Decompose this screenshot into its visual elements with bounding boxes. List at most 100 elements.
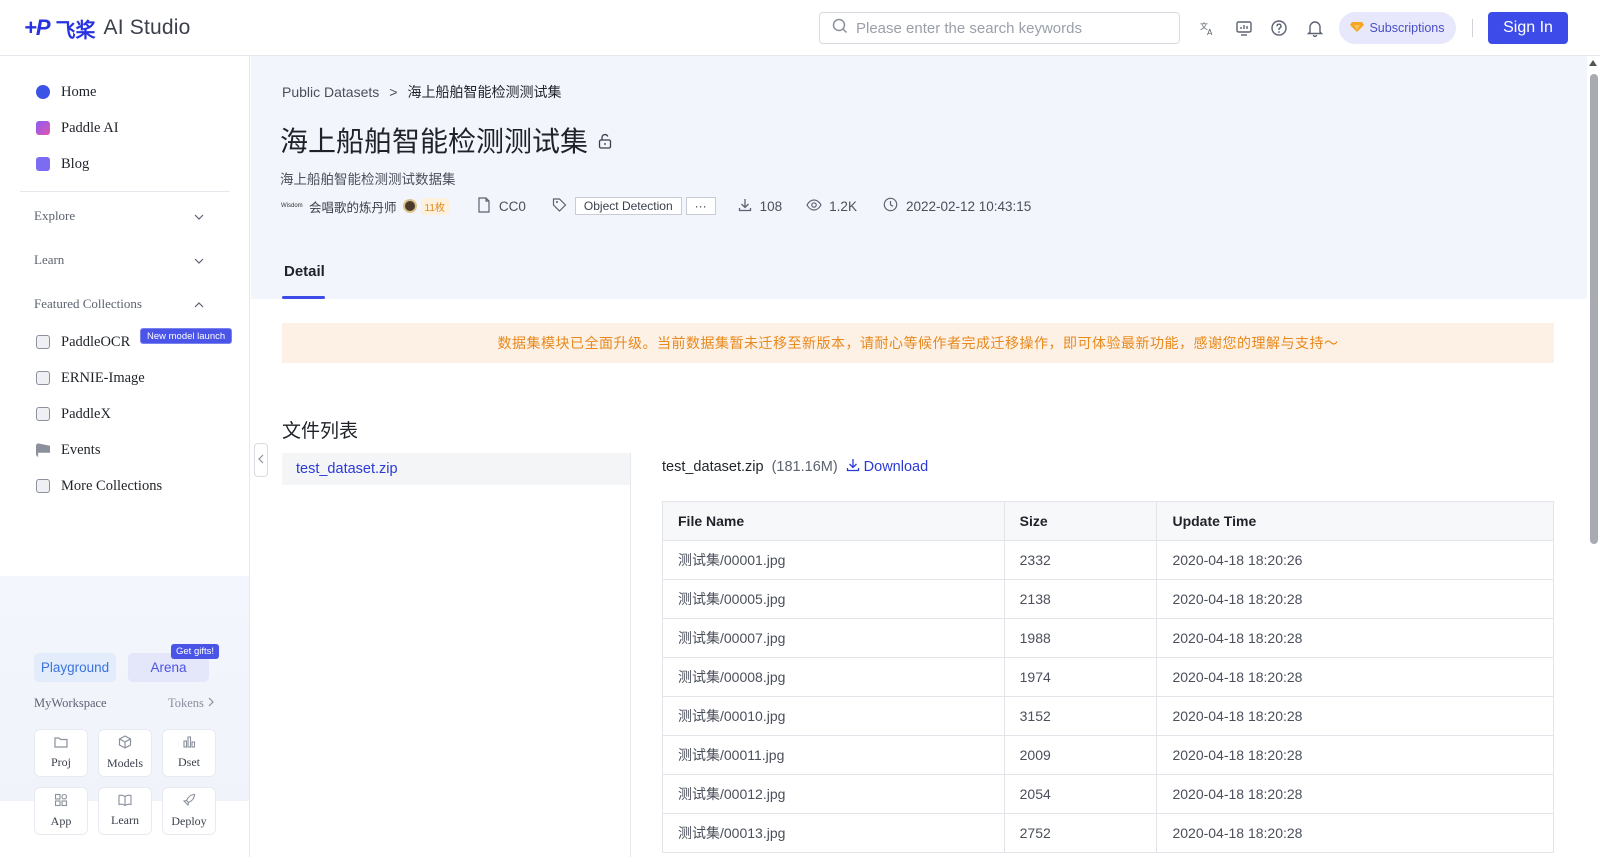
view-count: 1.2K bbox=[829, 198, 857, 214]
sidebar-divider bbox=[20, 191, 230, 192]
unlock-icon bbox=[598, 124, 612, 156]
monitor-icon[interactable] bbox=[1234, 18, 1254, 38]
cell-update-time: 2020-04-18 18:20:28 bbox=[1156, 813, 1554, 853]
page-title: 海上船舶智能检测测试集 bbox=[280, 126, 589, 157]
translate-icon[interactable]: 文A bbox=[1198, 18, 1218, 38]
search-input[interactable] bbox=[856, 19, 1156, 37]
cell-update-time: 2020-04-18 18:20:28 bbox=[1156, 735, 1554, 775]
dataset-subtitle: 海上船舶智能检测测试数据集 bbox=[280, 172, 456, 187]
svg-text:A: A bbox=[1207, 28, 1213, 37]
more-tags-button[interactable]: ··· bbox=[685, 197, 716, 215]
playground-button[interactable]: Playground bbox=[34, 653, 116, 682]
column-header: Size bbox=[1003, 501, 1158, 541]
workspace-tile-app[interactable]: App bbox=[34, 787, 88, 835]
download-link[interactable]: Download bbox=[846, 458, 929, 476]
table-row: 测试集/00010.jpg 3152 2020-04-18 18:20:28 bbox=[662, 696, 1554, 736]
table-row: 测试集/00005.jpg 2138 2020-04-18 18:20:28 bbox=[662, 579, 1554, 619]
cell-file-name: 测试集/00008.jpg bbox=[662, 657, 1005, 697]
sidebar-item-ernie-image[interactable]: ERNIE-Image bbox=[36, 366, 145, 390]
breadcrumb-separator: > bbox=[389, 84, 398, 100]
cell-file-name: 测试集/00001.jpg bbox=[662, 540, 1005, 580]
sidebar-item-label: Blog bbox=[61, 155, 90, 172]
cell-file-name: 测试集/00005.jpg bbox=[662, 579, 1005, 619]
chevron-left-icon bbox=[258, 451, 264, 469]
sidebar-item-blog[interactable]: Blog bbox=[36, 152, 89, 176]
workspace-tile-deploy[interactable]: Deploy bbox=[162, 787, 216, 835]
diamond-icon bbox=[1350, 21, 1365, 36]
tag-icon bbox=[552, 197, 567, 215]
help-icon[interactable] bbox=[1269, 18, 1289, 38]
ocr-icon bbox=[36, 335, 50, 349]
download-icon bbox=[846, 458, 860, 476]
tab-detail[interactable]: Detail bbox=[284, 263, 325, 280]
collections-icon bbox=[36, 479, 50, 493]
workspace-tile-learn[interactable]: Learn bbox=[98, 787, 152, 835]
author-name[interactable]: 会唱歌的炼丹师 bbox=[309, 197, 397, 216]
sidebar-item-events[interactable]: Events bbox=[36, 438, 100, 462]
sign-in-button[interactable]: Sign In bbox=[1488, 12, 1568, 44]
cell-update-time: 2020-04-18 18:20:28 bbox=[1156, 579, 1554, 619]
updated-time: 2022-02-12 10:43:15 bbox=[905, 198, 1032, 214]
file-size: (181.16M) bbox=[771, 459, 838, 475]
paddle-logo-icon: +P bbox=[24, 15, 51, 40]
tag-object-detection[interactable]: Object Detection bbox=[574, 197, 682, 215]
table-row: 测试集/00001.jpg 2332 2020-04-18 18:20:26 bbox=[662, 540, 1554, 580]
cell-file-name: 测试集/00012.jpg bbox=[662, 774, 1005, 814]
sidebar-item-label: Paddle AI bbox=[61, 119, 119, 136]
file-name: test_dataset.zip bbox=[662, 459, 764, 475]
scroll-up-arrow-icon[interactable] bbox=[1589, 60, 1597, 66]
chevron-right-icon bbox=[208, 696, 214, 711]
column-header: Update Time bbox=[1156, 501, 1554, 541]
cell-update-time: 2020-04-18 18:20:28 bbox=[1156, 657, 1554, 697]
sidebar-item-paddleocr[interactable]: PaddleOCR bbox=[36, 330, 130, 354]
tile-label: Models bbox=[107, 756, 143, 770]
topbar-divider bbox=[1472, 19, 1473, 37]
breadcrumb-public-datasets[interactable]: Public Datasets bbox=[282, 84, 379, 100]
sidebar-item-more-collections[interactable]: More Collections bbox=[36, 474, 162, 498]
cell-update-time: 2020-04-18 18:20:28 bbox=[1156, 696, 1554, 736]
chevron-up-icon bbox=[194, 296, 204, 312]
cell-size: 2009 bbox=[1003, 735, 1158, 775]
gifts-badge: Get gifts! bbox=[171, 644, 220, 659]
group-label: Learn bbox=[34, 252, 65, 267]
download-label: Download bbox=[863, 459, 929, 475]
rocket-icon bbox=[182, 793, 196, 811]
active-tab-indicator bbox=[282, 296, 325, 299]
sidebar-item-paddlex[interactable]: PaddleX bbox=[36, 402, 111, 426]
sidebar-item-paddle-ai[interactable]: Paddle AI bbox=[36, 116, 119, 140]
sidebar-group-featured[interactable]: Featured Collections bbox=[34, 294, 204, 314]
sidebar-group-explore[interactable]: Explore bbox=[34, 206, 204, 226]
scrollbar-thumb[interactable] bbox=[1590, 74, 1598, 544]
tokens-link[interactable]: Tokens bbox=[168, 696, 214, 711]
image-icon bbox=[36, 371, 50, 385]
tile-label: Proj bbox=[50, 755, 71, 769]
logo[interactable]: +P 飞桨 AI Studio bbox=[24, 13, 191, 43]
table-header-row: File Name Size Update Time bbox=[662, 501, 1554, 541]
bell-icon[interactable] bbox=[1305, 18, 1325, 38]
subscriptions-label: Subscriptions bbox=[1369, 21, 1445, 35]
workspace-tile-dset[interactable]: Dset bbox=[162, 729, 216, 777]
flag-icon bbox=[36, 443, 50, 457]
sidebar-item-label: PaddleOCR bbox=[61, 333, 131, 350]
license-label: CC0 bbox=[498, 198, 526, 214]
workspace-tile-models[interactable]: Models bbox=[98, 729, 152, 777]
logo-cn-text: 飞桨 bbox=[55, 19, 96, 42]
sidebar-item-home[interactable]: Home bbox=[36, 80, 96, 104]
collapse-sidebar-button[interactable] bbox=[254, 443, 268, 477]
cell-size: 2752 bbox=[1003, 813, 1158, 853]
subscriptions-button[interactable]: Subscriptions bbox=[1339, 12, 1456, 44]
table-row: 测试集/00013.jpg 2752 2020-04-18 18:20:28 bbox=[662, 813, 1554, 853]
file-list-item[interactable]: test_dataset.zip bbox=[282, 453, 630, 485]
apps-icon bbox=[54, 793, 68, 811]
breadcrumb-current: 海上船舶智能检测测试集 bbox=[407, 84, 562, 100]
workspace-tile-proj[interactable]: Proj bbox=[34, 729, 88, 777]
tile-label: Dset bbox=[178, 755, 200, 769]
tile-label: Deploy bbox=[171, 814, 207, 828]
search-box[interactable] bbox=[819, 12, 1180, 44]
column-header: File Name bbox=[662, 501, 1005, 541]
avatar[interactable]: Wisdom bbox=[281, 200, 303, 212]
page-title-row: 海上船舶智能检测测试集 bbox=[280, 120, 612, 160]
table-row: 测试集/00007.jpg 1988 2020-04-18 18:20:28 bbox=[662, 618, 1554, 658]
sidebar-item-label: Events bbox=[61, 441, 101, 458]
sidebar-group-learn[interactable]: Learn bbox=[34, 250, 204, 270]
